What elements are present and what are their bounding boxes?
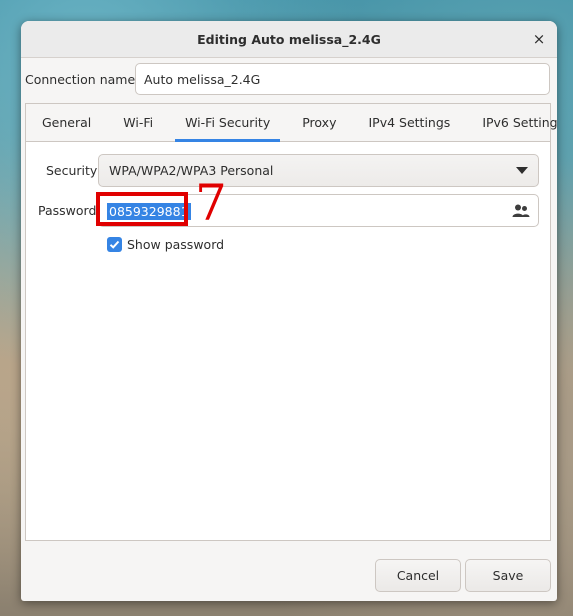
security-selected-value: WPA/WPA2/WPA3 Personal xyxy=(109,163,274,178)
checkmark-icon xyxy=(107,237,122,252)
security-label: Security xyxy=(46,163,98,178)
tab-general[interactable]: General xyxy=(26,104,107,141)
save-button[interactable]: Save xyxy=(465,559,551,592)
tab-label: IPv4 Settings xyxy=(368,115,451,130)
show-password-checkbox[interactable]: Show password xyxy=(107,237,224,252)
window-title: Editing Auto melissa_2.4G xyxy=(197,31,381,47)
settings-panel: General Wi-Fi Wi-Fi Security Proxy IPv4 … xyxy=(25,103,557,541)
title-bar: Editing Auto melissa_2.4G × xyxy=(21,21,557,58)
tab-ipv6-settings[interactable]: IPv6 Settings xyxy=(466,104,557,141)
connection-name-row: Connection name Auto melissa_2.4G xyxy=(21,63,557,97)
tab-label: Proxy xyxy=(302,115,337,130)
tab-label: IPv6 Settings xyxy=(482,115,557,130)
tab-label: Wi-Fi xyxy=(123,115,154,130)
tab-wifi-security[interactable]: Wi-Fi Security xyxy=(169,104,286,142)
annotation-number: 7 xyxy=(195,174,227,232)
connection-name-input[interactable]: Auto melissa_2.4G xyxy=(135,63,550,95)
dialog-window: Editing Auto melissa_2.4G × Connection n… xyxy=(21,21,557,601)
tab-proxy[interactable]: Proxy xyxy=(286,104,352,141)
chevron-down-icon xyxy=(516,167,528,174)
user-group-icon[interactable] xyxy=(512,203,530,219)
password-label: Password xyxy=(38,203,97,218)
tab-label: General xyxy=(42,115,92,130)
tab-ipv4-settings[interactable]: IPv4 Settings xyxy=(352,104,466,141)
tab-bar: General Wi-Fi Wi-Fi Security Proxy IPv4 … xyxy=(26,104,557,142)
show-password-label: Show password xyxy=(127,237,225,252)
tab-wifi[interactable]: Wi-Fi xyxy=(107,104,169,141)
tab-label: Wi-Fi Security xyxy=(185,115,271,130)
security-dropdown[interactable]: WPA/WPA2/WPA3 Personal xyxy=(98,154,539,187)
connection-name-label: Connection name xyxy=(25,72,136,87)
cancel-button[interactable]: Cancel xyxy=(375,559,461,592)
annotation-highlight-box xyxy=(96,192,188,226)
close-icon[interactable]: × xyxy=(529,29,549,49)
